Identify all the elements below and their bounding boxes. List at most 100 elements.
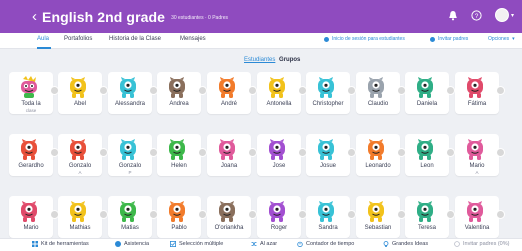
student-name: Pablo bbox=[171, 225, 187, 231]
points-badge bbox=[99, 210, 108, 219]
monster-avatar-icon bbox=[120, 139, 136, 160]
tab-historia[interactable]: Historia de la Clase bbox=[109, 36, 161, 42]
points-badge bbox=[248, 86, 257, 95]
student-card[interactable]: Matias bbox=[108, 196, 158, 238]
back-icon[interactable]: ‹ bbox=[32, 9, 37, 24]
student-card[interactable]: Josue bbox=[306, 134, 356, 176]
student-card[interactable]: Christopher bbox=[306, 72, 356, 114]
student-card[interactable]: Andrea bbox=[157, 72, 207, 114]
monster-avatar-icon bbox=[21, 201, 37, 222]
monster-avatar-icon bbox=[169, 77, 185, 98]
grid-icon bbox=[32, 241, 38, 247]
points-badge bbox=[347, 210, 356, 219]
monster-avatar-icon bbox=[70, 77, 86, 98]
chevron-down-icon: ▾ bbox=[512, 36, 515, 42]
monster-avatar-icon bbox=[269, 139, 285, 160]
link-icon bbox=[324, 36, 329, 42]
monster-avatar-icon bbox=[219, 77, 235, 98]
student-card[interactable]: Joana bbox=[207, 134, 257, 176]
student-card[interactable]: Leon bbox=[405, 134, 455, 176]
chevron-down-icon[interactable]: ▾ bbox=[511, 12, 514, 19]
student-name: Sandra bbox=[318, 225, 338, 231]
monster-avatar-icon bbox=[417, 139, 433, 160]
toolkit-button[interactable]: Kit de herramientas bbox=[32, 241, 89, 247]
student-card[interactable]: Valentina bbox=[455, 196, 505, 238]
student-card[interactable]: Mario A bbox=[455, 134, 505, 176]
class-title: English 2nd grade bbox=[42, 8, 166, 25]
monster-avatar-icon bbox=[219, 139, 235, 160]
tab-mensajes[interactable]: Mensajes bbox=[180, 36, 206, 42]
student-card[interactable]: Roger bbox=[257, 196, 307, 238]
whole-class-card[interactable]: Toda la clase bbox=[9, 72, 59, 114]
student-card[interactable]: Pablo bbox=[157, 196, 207, 238]
tab-portafolios[interactable]: Portafolios bbox=[64, 36, 92, 42]
student-card[interactable]: Gerardho bbox=[9, 134, 59, 176]
view-toggle: Estudiantes Grupos bbox=[244, 57, 300, 63]
big-ideas-button[interactable]: Grandes Ideas bbox=[383, 241, 428, 247]
student-card[interactable]: Sebastian bbox=[356, 196, 406, 238]
points-badge bbox=[198, 86, 207, 95]
student-card[interactable]: Leonardo bbox=[356, 134, 406, 176]
attendance-icon bbox=[115, 241, 121, 247]
bell-icon[interactable] bbox=[447, 9, 459, 21]
multi-select-button[interactable]: Selección múltiple bbox=[170, 241, 223, 247]
student-card[interactable]: Helen bbox=[157, 134, 207, 176]
monster-avatar-icon bbox=[318, 201, 334, 222]
student-name: Mario bbox=[23, 225, 39, 231]
timer-icon bbox=[297, 241, 303, 247]
help-icon[interactable]: ? bbox=[471, 9, 483, 21]
points-badge bbox=[446, 86, 455, 95]
student-name: Antonella bbox=[266, 101, 292, 107]
student-login-link[interactable]: Inicio de sesión para estudiantes bbox=[324, 36, 405, 42]
student-name: Helen bbox=[171, 163, 187, 169]
invite-parents-button[interactable]: Invitar padres (0%) bbox=[454, 241, 509, 247]
student-name: Teresa bbox=[417, 225, 436, 231]
student-name: Toda la bbox=[21, 101, 41, 107]
options-menu[interactable]: Opciones ▾ bbox=[488, 36, 515, 42]
monster-avatar-icon bbox=[467, 139, 483, 160]
student-card[interactable]: O'oriankha bbox=[207, 196, 257, 238]
student-card[interactable]: Mario bbox=[9, 196, 59, 238]
points-badge bbox=[347, 86, 356, 95]
student-card[interactable]: Alessandra bbox=[108, 72, 158, 114]
groups-view-link[interactable]: Grupos bbox=[279, 57, 300, 63]
students-view-link[interactable]: Estudiantes bbox=[244, 57, 275, 63]
lightbulb-icon bbox=[383, 241, 389, 247]
user-avatar[interactable] bbox=[494, 8, 509, 22]
random-button[interactable]: Al azar bbox=[251, 241, 277, 247]
points-badge bbox=[198, 148, 207, 157]
points-badge bbox=[248, 148, 257, 157]
monster-avatar-icon bbox=[169, 201, 185, 222]
monster-avatar-icon bbox=[318, 77, 334, 98]
student-name: Matias bbox=[121, 225, 139, 231]
points-badge bbox=[446, 210, 455, 219]
student-name-extra: A bbox=[78, 170, 82, 175]
student-name: Joana bbox=[220, 163, 238, 169]
student-card[interactable]: Fátima bbox=[455, 72, 505, 114]
checkbox-icon bbox=[170, 241, 176, 247]
attendance-button[interactable]: Asistencia bbox=[115, 241, 149, 247]
tab-aula[interactable]: Aula bbox=[37, 36, 49, 42]
student-card[interactable]: Teresa bbox=[405, 196, 455, 238]
class-header: ‹ English 2nd grade 30 estudiantes · 0 P… bbox=[0, 0, 522, 33]
student-card[interactable]: Gonzalo A bbox=[58, 134, 108, 176]
student-name-extra: P bbox=[128, 170, 132, 175]
class-counts: 30 estudiantes · 0 Padres bbox=[171, 15, 229, 21]
points-badge bbox=[496, 148, 505, 157]
student-card[interactable]: André bbox=[207, 72, 257, 114]
student-card[interactable]: Jose bbox=[257, 134, 307, 176]
student-name-extra: A bbox=[475, 170, 479, 175]
timer-button[interactable]: Contador de tiempo bbox=[297, 241, 354, 247]
student-card[interactable]: Sandra bbox=[306, 196, 356, 238]
student-card[interactable]: Daniela bbox=[405, 72, 455, 114]
student-card[interactable]: Claudio bbox=[356, 72, 406, 114]
points-badge bbox=[198, 210, 207, 219]
student-card[interactable]: Mathias bbox=[58, 196, 108, 238]
points-badge bbox=[496, 210, 505, 219]
student-card[interactable]: Abel bbox=[58, 72, 108, 114]
shuffle-icon bbox=[251, 242, 257, 246]
student-card[interactable]: Antonella bbox=[257, 72, 307, 114]
monster-avatar-icon bbox=[70, 201, 86, 222]
invite-parents-link[interactable]: Invitar padres bbox=[430, 36, 468, 42]
student-card[interactable]: Gonzalo P bbox=[108, 134, 158, 176]
